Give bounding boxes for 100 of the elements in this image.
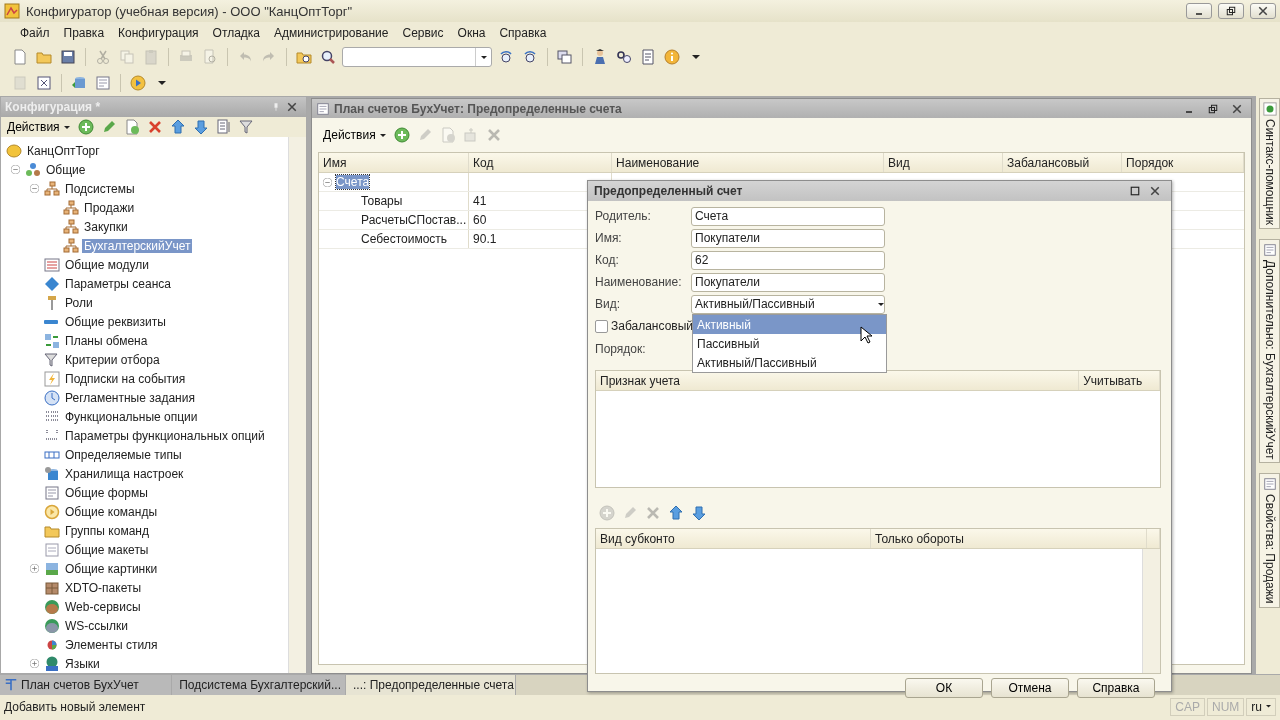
tree-item[interactable]: Подсистемы bbox=[63, 181, 137, 196]
storage-icon bbox=[44, 465, 60, 482]
tree-item[interactable]: Функциональные опции bbox=[63, 409, 200, 424]
tree-item[interactable]: Параметры сеанса bbox=[63, 276, 173, 291]
tree-item[interactable]: Общие bbox=[44, 162, 88, 177]
language-selector[interactable]: ru bbox=[1246, 697, 1276, 716]
menu-item[interactable]: Сервис bbox=[396, 26, 450, 40]
collapse-toggle[interactable] bbox=[323, 177, 333, 187]
tree-item[interactable]: Хранилища настроек bbox=[63, 466, 186, 481]
dialog-button[interactable]: Отмена bbox=[991, 678, 1069, 698]
module-list-icon bbox=[44, 256, 60, 273]
field-label: Вид: bbox=[595, 297, 622, 311]
tree-item[interactable]: Общие команды bbox=[63, 504, 160, 519]
window-title: Конфигуратор (учебная версия) - ООО "КанцОптТорг" bbox=[26, 3, 354, 19]
template-icon bbox=[44, 541, 60, 558]
table-cell[interactable]: Себестоимость bbox=[361, 232, 448, 246]
save-icon[interactable] bbox=[58, 47, 78, 67]
tree-item[interactable]: Языки bbox=[63, 656, 102, 671]
caret-icon bbox=[1266, 705, 1271, 708]
taskbar-tab[interactable]: План счетов БухУчет bbox=[0, 675, 172, 695]
dialog-button[interactable]: Справка bbox=[1077, 678, 1155, 698]
checkbox[interactable] bbox=[595, 319, 608, 333]
column-header[interactable]: Только обороты bbox=[871, 529, 1147, 548]
input-field[interactable]: 62 bbox=[691, 250, 885, 270]
menu-item[interactable]: Справка bbox=[493, 26, 553, 40]
tree-item[interactable]: Параметры функциональных опций bbox=[63, 428, 267, 443]
restore-icon[interactable] bbox=[1218, 3, 1244, 19]
tree-item[interactable]: Регламентные задания bbox=[63, 390, 197, 405]
column-header[interactable]: Вид субконто bbox=[596, 529, 871, 548]
tree-item[interactable]: XDTO-пакеты bbox=[63, 580, 144, 595]
taskbar-tab[interactable]: ...: Предопределенные счета bbox=[346, 675, 516, 695]
form-icon[interactable] bbox=[93, 73, 113, 93]
windows-icon[interactable] bbox=[555, 47, 575, 67]
column-header[interactable]: Имя bbox=[319, 153, 470, 172]
dropdown-option[interactable]: Активный/Пассивный bbox=[693, 353, 886, 372]
tree-item[interactable]: Общие реквизиты bbox=[63, 314, 168, 329]
tree-item[interactable]: Роли bbox=[63, 295, 95, 310]
menu-item[interactable]: Окна bbox=[451, 26, 492, 40]
status-indicator: NUM bbox=[1207, 697, 1245, 716]
tree-item[interactable]: Продажи bbox=[82, 200, 137, 215]
menu-item[interactable]: Администрирование bbox=[268, 26, 395, 40]
tree-item[interactable]: Закупки bbox=[82, 219, 130, 234]
expand-toggle[interactable] bbox=[30, 564, 39, 573]
actions-menu[interactable]: Действия bbox=[320, 125, 389, 145]
tree-item[interactable]: Группы команд bbox=[63, 523, 151, 538]
tree-item[interactable]: Общие формы bbox=[63, 485, 150, 500]
package-icon bbox=[44, 579, 60, 596]
app-logo-icon bbox=[4, 3, 20, 19]
side-tab[interactable]: Свойства: Продажи bbox=[1259, 473, 1280, 608]
search-field[interactable] bbox=[342, 47, 492, 67]
table-cell[interactable]: РасчетыСПостав... bbox=[361, 213, 467, 227]
input-field[interactable]: Покупатели bbox=[691, 272, 885, 292]
dropdown-field[interactable]: Активный/Пассивный bbox=[691, 294, 885, 314]
taskbar-tab[interactable]: Подсистема Бухгалтерский... bbox=[172, 675, 346, 695]
input-field[interactable]: Счета bbox=[691, 206, 885, 226]
tree-item[interactable]: Общие картинки bbox=[63, 561, 160, 576]
tree-item[interactable]: Элементы стиля bbox=[63, 637, 160, 652]
tree-item[interactable]: Общие макеты bbox=[63, 542, 151, 557]
dropdown-option[interactable]: Пассивный bbox=[693, 334, 886, 353]
dots-icon bbox=[25, 161, 41, 178]
menu-item[interactable]: Отладка bbox=[206, 26, 267, 40]
expand-toggle[interactable] bbox=[30, 659, 39, 668]
tree-item[interactable]: Общие модули bbox=[63, 257, 151, 272]
menu-item[interactable]: Конфигурация bbox=[112, 26, 205, 40]
tree-item[interactable]: КанцОптТорг bbox=[25, 143, 102, 158]
filter-icon bbox=[44, 351, 60, 368]
collapse-toggle[interactable] bbox=[11, 165, 20, 174]
minimize-icon[interactable] bbox=[1186, 3, 1212, 19]
tree-item[interactable]: Критерии отбора bbox=[63, 352, 162, 367]
close-icon[interactable] bbox=[1250, 3, 1276, 19]
column-header[interactable]: Забалансовый bbox=[1003, 153, 1123, 172]
tree-item[interactable]: Подписки на события bbox=[63, 371, 188, 386]
cursor-icon bbox=[860, 326, 872, 344]
help-icon bbox=[1262, 102, 1277, 116]
tree-item[interactable]: Планы обмена bbox=[63, 333, 150, 348]
column-header[interactable]: Учитывать bbox=[1079, 371, 1160, 390]
tree-item[interactable]: Определяемые типы bbox=[63, 447, 184, 462]
field-label: Наименование: bbox=[595, 275, 683, 289]
column-header[interactable]: Наименование bbox=[612, 153, 885, 172]
side-tab[interactable]: Синтакс-помощник bbox=[1259, 98, 1280, 229]
collapse-toggle[interactable] bbox=[30, 184, 39, 193]
diamond-icon bbox=[44, 275, 60, 292]
column-header[interactable]: Код bbox=[469, 153, 613, 172]
side-tab[interactable]: Дополнительно: БухгалтерскийУчет bbox=[1259, 238, 1280, 464]
scrollbar[interactable] bbox=[1142, 549, 1160, 673]
add-icon[interactable] bbox=[391, 125, 412, 145]
tree-item[interactable]: WS-ссылки bbox=[63, 618, 130, 633]
dialog-button[interactable]: ОК bbox=[905, 678, 983, 698]
menu-item[interactable]: Файл bbox=[14, 26, 56, 40]
tree-item[interactable]: Web-сервисы bbox=[63, 599, 143, 614]
input-field[interactable]: Покупатели bbox=[691, 228, 885, 248]
play-icon[interactable] bbox=[128, 73, 148, 93]
column-header[interactable]: Порядок bbox=[1122, 153, 1245, 172]
add-icon[interactable] bbox=[75, 117, 96, 137]
menu-item[interactable]: Правка bbox=[57, 26, 111, 40]
scrollbar[interactable] bbox=[288, 137, 307, 673]
close-window-icon[interactable] bbox=[34, 73, 54, 93]
column-header[interactable]: Вид bbox=[884, 153, 1004, 172]
table-cell[interactable]: Товары bbox=[361, 194, 403, 208]
hierarchy-icon bbox=[63, 237, 79, 254]
